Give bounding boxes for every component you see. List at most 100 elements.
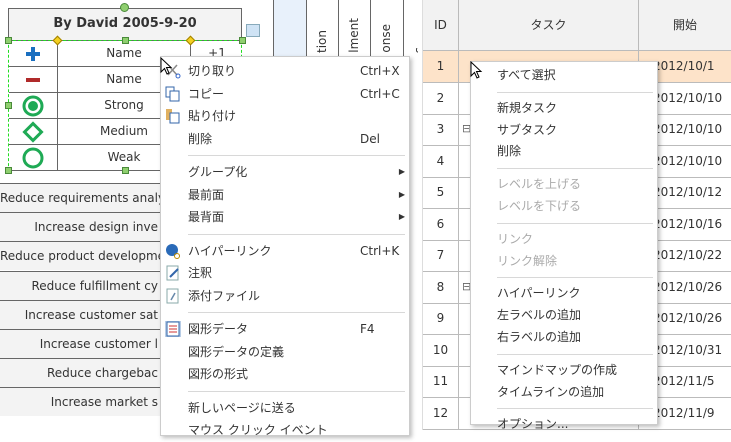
shape-context-menu[interactable]: 切り取り Ctrl+X コピー Ctrl+C 貼り付け 削除 Del グループ化 ▶ 最前面 ▶ 最背…	[160, 56, 410, 437]
menu-item-label: サブタスク	[497, 122, 558, 137]
menu-item[interactable]: ハイパーリンク	[471, 283, 657, 305]
menu-item[interactable]: 貼り付け	[161, 105, 409, 128]
task-start: 2012/11/5	[653, 374, 715, 388]
task-context-menu[interactable]: すべて選択 新規タスク サブタスク 削除 レベルを上げる レベルを下げる リンク リンク解除ハ…	[470, 61, 658, 431]
rotate-handle[interactable]	[120, 3, 129, 12]
menu-item-shortcut: F4	[360, 322, 375, 336]
matrix-column-header: onse	[370, 0, 403, 57]
task-start: 2012/10/16	[653, 216, 723, 231]
menu-item[interactable]: 図形の形式	[161, 363, 409, 386]
menu-separator	[497, 168, 653, 170]
menu-item-label: レベルを下げる	[497, 199, 582, 213]
menu-item[interactable]: マインドマップの作成	[471, 360, 657, 382]
menu-item[interactable]: 削除 Del	[161, 128, 409, 151]
menu-item[interactable]: オプション...	[471, 414, 657, 436]
menu-item-label: グループ化	[188, 165, 248, 179]
menu-item-label: コピー	[188, 86, 225, 101]
menu-separator	[188, 233, 405, 235]
menu-item-label: レベルを上げる	[497, 177, 582, 192]
menu-item: レベルを上げる	[471, 174, 657, 196]
menu-separator	[188, 390, 405, 392]
task-id: 10	[423, 334, 459, 366]
menu-item[interactable]: 右ラベルの追加	[471, 327, 657, 349]
menu-item[interactable]: サブタスク	[471, 120, 657, 142]
diamond-icon	[9, 119, 58, 144]
resize-handle[interactable]	[122, 167, 129, 174]
menu-item[interactable]: 図形データ F4	[161, 318, 409, 341]
menu-item[interactable]: 新規タスク	[471, 98, 657, 120]
menu-item-label: 右ラベルの追加	[497, 330, 582, 344]
menu-separator	[497, 91, 653, 93]
task-id: 1	[423, 51, 459, 82]
column-label: tion	[315, 30, 329, 53]
resize-handle[interactable]	[5, 37, 12, 44]
menu-item[interactable]: 左ラベルの追加	[471, 305, 657, 327]
task-start: 2012/10/31	[653, 342, 723, 357]
menu-item[interactable]: ハイパーリンク Ctrl+K	[161, 240, 409, 263]
menu-separator	[497, 222, 653, 224]
goal-row[interactable]: Increase market s	[0, 387, 160, 417]
shape-menu-icon[interactable]	[246, 24, 260, 37]
goal-row[interactable]: Reduce chargebac	[0, 358, 160, 388]
menu-item[interactable]: コピー Ctrl+C	[161, 83, 409, 106]
goal-row[interactable]: Increase design inve	[0, 212, 160, 242]
menu-item-shortcut: Ctrl+K	[360, 243, 400, 258]
task-start: 2012/10/26	[653, 311, 723, 325]
menu-item[interactable]: 最背面 ▶	[161, 206, 409, 229]
menu-item-label: リンク解除	[497, 253, 558, 268]
menu-item[interactable]: 注釈	[161, 262, 409, 285]
task-id: 12	[423, 397, 459, 429]
task-id: 11	[423, 366, 459, 397]
resize-handle[interactable]	[239, 37, 246, 44]
menu-item-label: 図形データ	[188, 322, 249, 336]
task-start: 2012/10/22	[653, 248, 723, 262]
header-id[interactable]: ID	[423, 0, 459, 51]
menu-item-label: 左ラベルの追加	[497, 308, 582, 323]
resize-handle[interactable]	[5, 167, 12, 174]
header-start[interactable]: 開始	[639, 0, 731, 51]
menu-item[interactable]: 図形データの定義	[161, 341, 409, 364]
task-id: 3	[423, 114, 459, 145]
menu-item-label: オプション...	[497, 417, 569, 432]
goal-row[interactable]: Increase customer l	[0, 329, 160, 358]
column-label: lment	[347, 18, 361, 53]
goal-row[interactable]: Reduce fulfillment cy	[0, 270, 160, 300]
task-start: 2012/10/26	[653, 279, 723, 294]
menu-item-label: タイムラインの追加	[497, 384, 605, 399]
mouse-cursor-icon	[470, 61, 483, 79]
task-id: 7	[423, 240, 459, 271]
menu-item[interactable]: 新しいページに送る	[161, 397, 409, 420]
menu-item-label: すべて選択	[497, 68, 556, 82]
menu-item-label: マインドマップの作成	[497, 362, 618, 377]
menu-item[interactable]: マウス クリック イベント	[161, 419, 409, 442]
menu-item: リンク解除	[471, 251, 657, 273]
submenu-arrow-icon: ▶	[398, 189, 405, 199]
header-task[interactable]: タスク	[459, 0, 639, 51]
menu-separator	[188, 155, 405, 156]
menu-item[interactable]: すべて選択	[471, 65, 657, 87]
task-id: 9	[423, 303, 459, 334]
resize-handle[interactable]	[5, 102, 12, 109]
task-start: 2012/10/12	[653, 185, 723, 199]
menu-item[interactable]: タイムラインの追加	[471, 382, 657, 404]
task-start: 2012/10/10	[653, 90, 723, 105]
menu-item[interactable]: グループ化 ▶	[161, 161, 409, 184]
weak-circle-icon	[9, 145, 58, 170]
goal-row[interactable]: Reduce product developme	[0, 241, 160, 271]
menu-item-label: マウス クリック イベント	[188, 423, 328, 437]
resize-handle[interactable]	[122, 37, 129, 44]
column-label: s	[412, 46, 418, 53]
goal-row[interactable]: Reduce requirements analy	[0, 183, 160, 212]
menu-item-label: 図形データの定義	[188, 344, 285, 359]
column-label: onse	[379, 24, 393, 53]
menu-item[interactable]: 削除	[471, 141, 657, 163]
goal-row[interactable]: Increase customer sat	[0, 299, 160, 329]
menu-item-label: ハイパーリンク	[188, 243, 272, 258]
menu-item[interactable]: 切り取り Ctrl+X	[161, 60, 409, 83]
task-id: 8	[423, 271, 459, 303]
menu-item[interactable]: 添付ファイル	[161, 285, 409, 308]
menu-item-label: 削除	[188, 131, 213, 146]
menu-item-shortcut: Del	[360, 131, 380, 146]
menu-separator	[497, 353, 653, 355]
menu-item[interactable]: 最前面 ▶	[161, 184, 409, 207]
